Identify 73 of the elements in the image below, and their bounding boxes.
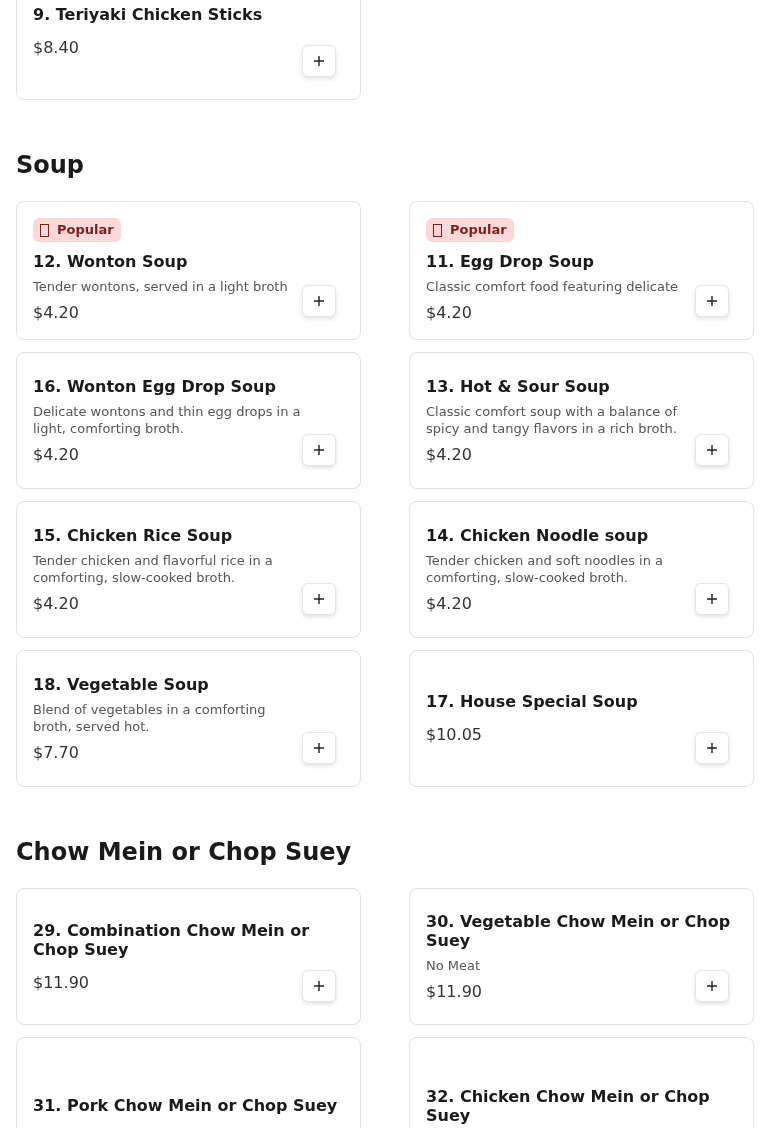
menu-item-card[interactable]: 9. Teriyaki Chicken Sticks $8.40 — [16, 0, 361, 100]
plus-icon — [314, 445, 324, 455]
item-description: Tender wontons, served in a light broth — [33, 278, 289, 295]
item-price: $4.20 — [33, 303, 79, 323]
menu-item-card[interactable]: 17. House Special Soup $10.05 — [409, 650, 754, 787]
item-name: 29. Combination Chow Mein or Chop Suey — [33, 920, 311, 959]
add-button[interactable] — [302, 285, 336, 317]
menu-item-card[interactable]: Popular 12. Wonton Soup Tender wontons, served in a light broth $4.20 — [16, 201, 361, 340]
menu-item-card[interactable]: 29. Combination Chow Mein or Chop Suey $11.90 — [16, 888, 361, 1025]
item-description: No Meat — [426, 956, 482, 974]
section-heading: Chow Mein or Chop Suey — [16, 837, 353, 867]
add-button[interactable] — [695, 285, 729, 317]
menu-item-card[interactable]: Popular 11. Egg Drop Soup Classic comfort food featuring delicate $4.20 — [409, 201, 754, 340]
item-name: 17. House Special Soup — [426, 692, 639, 711]
plus-icon — [314, 296, 324, 306]
add-button[interactable] — [302, 732, 336, 764]
item-price: $4.20 — [426, 444, 472, 465]
menu-item-card[interactable]: 32. Chicken Chow Mein or Chop Suey — [409, 1037, 754, 1128]
plus-icon — [707, 594, 717, 604]
missing-glyph-icon — [40, 223, 49, 237]
add-button[interactable] — [302, 45, 336, 77]
item-price: $8.40 — [33, 38, 79, 58]
menu-item-card[interactable]: 18. Vegetable Soup Blend of vegetables in a comforting broth, served hot. $7.70 — [16, 650, 361, 787]
missing-glyph-icon — [433, 223, 442, 237]
item-name: 12. Wonton Soup — [33, 252, 189, 271]
item-price: $4.20 — [33, 444, 79, 465]
plus-icon — [707, 981, 717, 991]
item-name: 16. Wonton Egg Drop Soup — [33, 376, 277, 396]
item-name: 9. Teriyaki Chicken Sticks — [33, 5, 264, 24]
item-name: 14. Chicken Noodle soup — [426, 525, 650, 545]
item-price: $7.70 — [33, 742, 79, 763]
item-description: Tender chicken and soft noodles in a comforting, slow-cooked broth. — [426, 551, 665, 586]
menu-item-card[interactable]: 16. Wonton Egg Drop Soup Delicate wontons and thin egg drops in a light, comforting broth. $4.20 — [16, 352, 361, 489]
add-button[interactable] — [302, 434, 336, 466]
item-name: 15. Chicken Rice Soup — [33, 525, 234, 545]
item-price: $4.20 — [426, 303, 472, 323]
menu-item-card[interactable]: 13. Hot & Sour Soup Classic comfort soup with a balance of spicy and tangy flavors in a rich broth. $4.20 — [409, 352, 754, 489]
add-button[interactable] — [695, 970, 729, 1002]
item-description: Delicate wontons and thin egg drops in a light, comforting broth. — [33, 402, 301, 437]
item-name: 11. Egg Drop Soup — [426, 252, 595, 271]
plus-icon — [707, 743, 717, 753]
item-name: 31. Pork Chow Mein or Chop Suey — [33, 1096, 339, 1115]
popular-badge: Popular — [33, 218, 121, 242]
plus-icon — [314, 594, 324, 604]
plus-icon — [707, 296, 717, 306]
add-button[interactable] — [695, 732, 729, 764]
add-button[interactable] — [302, 970, 336, 1002]
menu-item-card[interactable]: 15. Chicken Rice Soup Tender chicken and flavorful rice in a comforting, slow-cooked broth. $4.20 — [16, 501, 361, 638]
plus-icon — [707, 445, 717, 455]
item-description: Classic comfort soup with a balance of spicy and tangy flavors in a rich broth. — [426, 402, 679, 437]
plus-icon — [314, 56, 324, 66]
add-button[interactable] — [695, 583, 729, 615]
item-name: 13. Hot & Sour Soup — [426, 376, 611, 396]
item-price: $11.90 — [33, 972, 89, 993]
item-description: Tender chicken and flavorful rice in a comforting, slow-cooked broth. — [33, 551, 274, 586]
add-button[interactable] — [302, 583, 336, 615]
item-price: $4.20 — [426, 593, 472, 614]
section-heading: Soup — [16, 150, 86, 180]
popular-badge: Popular — [426, 218, 514, 242]
item-name: 18. Vegetable Soup — [33, 674, 210, 694]
item-name: 30. Vegetable Chow Mein or Chop Suey — [426, 911, 732, 950]
plus-icon — [314, 743, 324, 753]
menu-item-card[interactable]: 30. Vegetable Chow Mein or Chop Suey No Meat $11.90 — [409, 888, 754, 1025]
plus-icon — [314, 981, 324, 991]
item-price: $10.05 — [426, 725, 482, 745]
item-description: Classic comfort food featuring delicate — [426, 278, 679, 295]
menu-item-card[interactable]: 31. Pork Chow Mein or Chop Suey — [16, 1037, 361, 1128]
item-description: Blend of vegetables in a comforting broth, served hot. — [33, 700, 267, 735]
item-price: $4.20 — [33, 593, 79, 614]
add-button[interactable] — [695, 434, 729, 466]
item-name: 32. Chicken Chow Mein or Chop Suey — [426, 1086, 711, 1125]
menu-item-card[interactable]: 14. Chicken Noodle soup Tender chicken and soft noodles in a comforting, slow-cooked broth. $4.20 — [409, 501, 754, 638]
item-price: $11.90 — [426, 981, 482, 1002]
